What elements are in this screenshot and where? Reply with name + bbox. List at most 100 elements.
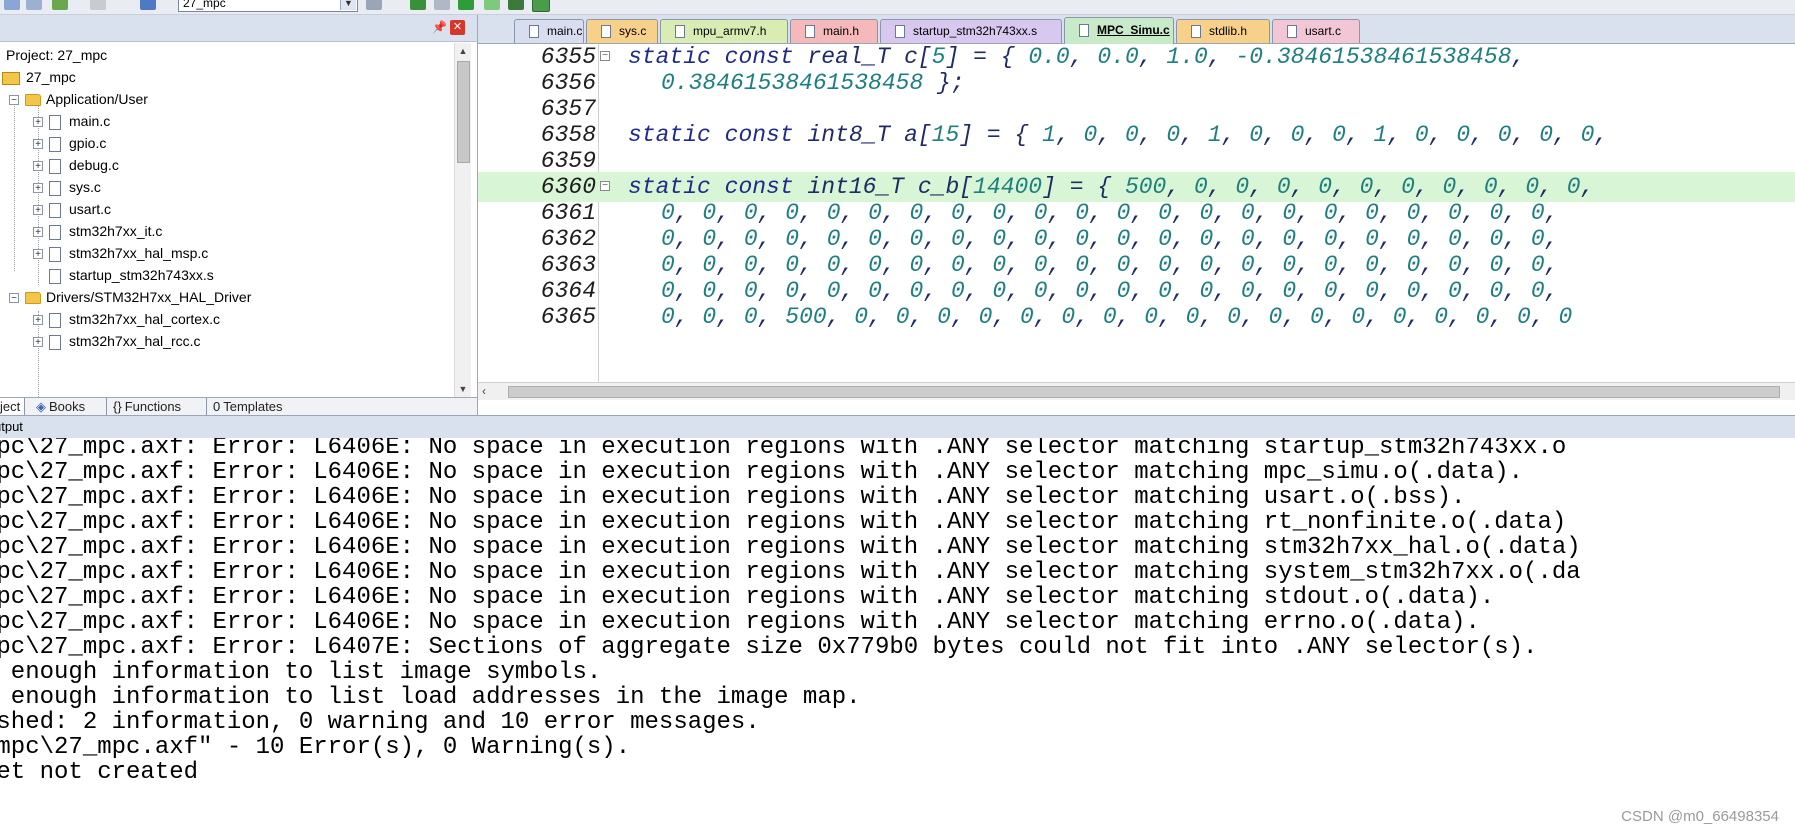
- tab-label: sys.c: [619, 24, 647, 38]
- tab-label: main.h: [823, 24, 860, 38]
- tree-item-label: 27_mpc: [26, 69, 76, 85]
- file-icon: [49, 334, 61, 350]
- tree-item-label: Drivers/STM32H7xx_HAL_Driver: [46, 289, 252, 305]
- braces-icon: {}: [113, 399, 122, 414]
- tree-group-application-user[interactable]: − Application/User: [9, 87, 148, 111]
- tree-item-label: main.c: [69, 113, 111, 129]
- file-icon: [1191, 25, 1201, 39]
- output-panel-header: utput: [0, 415, 1795, 439]
- toolbar-button-7[interactable]: [410, 0, 426, 10]
- toolbar-button-10[interactable]: [484, 0, 500, 10]
- line-number: 6365: [540, 304, 596, 330]
- tab-books[interactable]: ◈ Books: [36, 398, 85, 416]
- expand-icon[interactable]: +: [33, 183, 43, 194]
- tab-label: ject: [0, 399, 21, 414]
- target-select-value: 27_mpc: [183, 0, 226, 10]
- expand-icon[interactable]: +: [33, 337, 43, 348]
- expand-icon[interactable]: +: [33, 139, 43, 150]
- tree-item-file[interactable]: + usart.c: [33, 197, 111, 221]
- toolbar-button-1[interactable]: [4, 0, 20, 10]
- tree-item-label: usart.c: [69, 201, 112, 217]
- scrollbar-thumb[interactable]: [508, 386, 1780, 398]
- chevron-down-icon[interactable]: ▼: [340, 0, 356, 10]
- tab-main-h[interactable]: main.h: [790, 19, 878, 43]
- tab-mpc-simu-c[interactable]: MPC_Simu.c: [1064, 17, 1174, 44]
- toolbar-button-6[interactable]: [366, 0, 382, 10]
- expand-icon[interactable]: +: [33, 315, 43, 326]
- scrollbar-thumb[interactable]: [457, 61, 470, 163]
- tree-item-file[interactable]: startup_stm32h743xx.s: [49, 263, 214, 287]
- folder-icon: [25, 94, 41, 107]
- code-editor[interactable]: 6355− static const real_T c[5] = { 0.0, 0…: [478, 44, 1795, 382]
- project-tree-scrollbar[interactable]: ▲ ▼: [454, 43, 471, 397]
- tab-usart-c[interactable]: usart.c: [1272, 19, 1360, 43]
- file-icon: [49, 312, 61, 328]
- toolbar-button-4[interactable]: [90, 0, 106, 10]
- tree-item-root[interactable]: 27_mpc: [2, 65, 76, 89]
- scroll-up-icon[interactable]: ▲: [455, 43, 471, 59]
- project-title: Project: 27_mpc: [6, 47, 108, 63]
- tab-startup-s[interactable]: startup_stm32h743xx.s: [880, 19, 1062, 43]
- tab-mpu-armv7-h[interactable]: mpu_armv7.h: [660, 19, 788, 43]
- toolbar-button-3[interactable]: [52, 0, 68, 10]
- tab-label: main.c: [547, 24, 583, 38]
- tab-templates[interactable]: 0 Templates: [206, 398, 282, 416]
- build-output: mpc\27_mpc.axf: Error: L6406E: No space …: [0, 438, 1795, 835]
- toolbar-button-9[interactable]: [458, 0, 474, 10]
- editor-horizontal-scrollbar[interactable]: ‹: [478, 382, 1795, 400]
- output-title: utput: [0, 419, 23, 434]
- expand-icon[interactable]: +: [33, 205, 43, 216]
- tree-item-file[interactable]: + gpio.c: [33, 131, 106, 155]
- tree-item-label: sys.c: [69, 179, 101, 195]
- collapse-icon[interactable]: −: [9, 95, 19, 106]
- tab-functions[interactable]: {} Functions: [106, 398, 181, 416]
- tree-item-file[interactable]: + stm32h7xx_hal_rcc.c: [33, 329, 201, 353]
- expand-icon[interactable]: +: [33, 249, 43, 260]
- tab-project[interactable]: ject: [0, 398, 26, 416]
- toolbar-button-8[interactable]: [434, 0, 450, 10]
- tree-item-file[interactable]: + main.c: [33, 109, 110, 133]
- file-icon: [49, 136, 61, 152]
- tab-label: MPC_Simu.c: [1097, 23, 1170, 37]
- target-select[interactable]: 27_mpc ▼: [178, 0, 358, 12]
- tab-stdlib-h[interactable]: stdlib.h: [1176, 19, 1270, 43]
- file-icon: [49, 114, 61, 130]
- close-icon[interactable]: ✕: [450, 20, 465, 35]
- file-icon: [529, 25, 539, 39]
- tree-item-file[interactable]: + sys.c: [33, 175, 101, 199]
- file-icon: [49, 224, 61, 240]
- tab-main-c[interactable]: main.c: [514, 19, 584, 43]
- tree-item-label: stm32h7xx_hal_msp.c: [69, 245, 209, 261]
- file-icon: [49, 246, 61, 262]
- expand-icon[interactable]: +: [33, 227, 43, 238]
- tree-item-file[interactable]: + debug.c: [33, 153, 119, 177]
- tab-label: Templates: [223, 399, 283, 414]
- expand-icon[interactable]: +: [33, 161, 43, 172]
- expand-icon[interactable]: +: [33, 117, 43, 128]
- code-line[interactable]: 6365 0, 0, 0, 500, 0, 0, 0, 0, 0, 0, 0, 0…: [478, 302, 1795, 332]
- toolbar-button-2[interactable]: [26, 0, 42, 10]
- tree-group-hal-driver[interactable]: − Drivers/STM32H7xx_HAL_Driver: [9, 285, 251, 309]
- collapse-icon[interactable]: −: [9, 293, 19, 304]
- file-icon: [601, 25, 611, 39]
- toolbar-button-11[interactable]: [508, 0, 524, 10]
- tree-item-file[interactable]: + stm32h7xx_it.c: [33, 219, 162, 243]
- project-panel: 📌 ✕ Project: 27_mpc 27_mpc − Application/…: [0, 15, 478, 416]
- tree-item-label: stm32h7xx_hal_cortex.c: [69, 311, 220, 327]
- file-icon: [895, 25, 905, 39]
- books-icon: ◈: [36, 399, 46, 414]
- pin-icon[interactable]: 📌: [432, 20, 447, 34]
- project-panel-header: 📌 ✕: [0, 15, 477, 42]
- file-icon: [675, 25, 685, 39]
- scroll-left-icon[interactable]: ‹: [482, 383, 486, 399]
- project-tree: Project: 27_mpc 27_mpc − Application/User…: [0, 43, 454, 397]
- tree-item-file[interactable]: + stm32h7xx_hal_msp.c: [33, 241, 208, 265]
- tab-sys-c[interactable]: sys.c: [586, 19, 658, 43]
- project-panel-tabs: ject ◈ Books {} Functions 0 Templates: [0, 397, 477, 416]
- toolbar-button-12[interactable]: [532, 0, 550, 12]
- fold-collapse-icon[interactable]: −: [600, 181, 610, 191]
- tree-item-file[interactable]: + stm32h7xx_hal_cortex.c: [33, 307, 220, 331]
- scroll-down-icon[interactable]: ▼: [455, 381, 471, 397]
- fold-collapse-icon[interactable]: −: [600, 51, 610, 61]
- toolbar-button-5[interactable]: [140, 0, 156, 10]
